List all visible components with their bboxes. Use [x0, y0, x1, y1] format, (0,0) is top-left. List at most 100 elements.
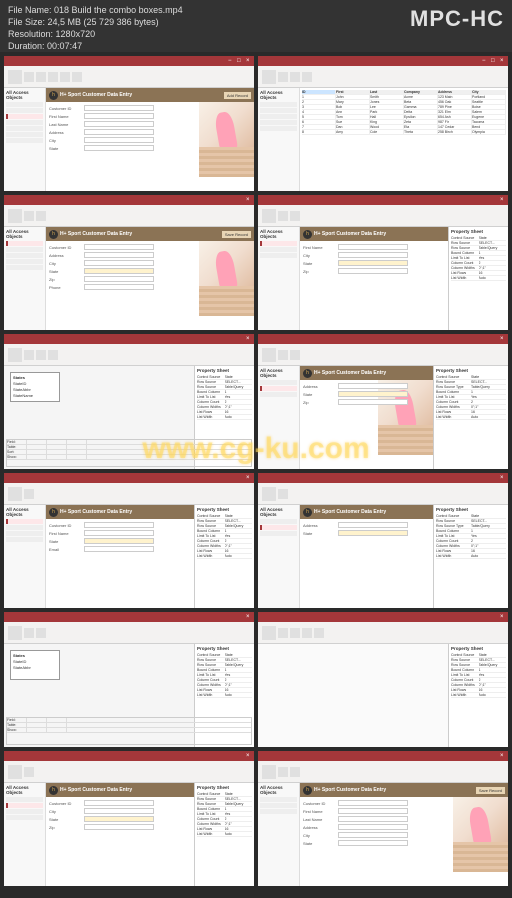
nav-item[interactable] [260, 803, 297, 808]
datasheet-cell[interactable]: Boise [472, 105, 506, 109]
prop-value[interactable]: SELECT... [479, 658, 507, 662]
datasheet-cell[interactable]: 5 [302, 115, 336, 119]
field-input[interactable] [84, 105, 154, 111]
prop-value[interactable]: State [479, 653, 507, 657]
nav-pane[interactable]: All Access Objects [258, 505, 300, 608]
prop-value[interactable]: 0";1" [479, 683, 507, 687]
nav-item[interactable] [6, 102, 43, 107]
datasheet-cell[interactable]: 6 [302, 120, 336, 124]
datasheet-cell[interactable]: Tacoma [472, 120, 506, 124]
datasheet-cell[interactable]: Cole [370, 130, 404, 134]
datasheet-cell[interactable]: King [370, 120, 404, 124]
qbe-cell[interactable] [27, 723, 47, 727]
qbe-cell[interactable] [27, 445, 47, 449]
datasheet-cell[interactable]: Seattle [472, 100, 506, 104]
thumbnail-7[interactable]: × All Access Objects hH+ Sport Customer … [4, 473, 254, 608]
prop-value[interactable]: 2 [225, 678, 253, 682]
ribbon-btn[interactable] [278, 628, 288, 638]
field-item[interactable]: StateAbbr [13, 387, 57, 392]
datasheet-cell[interactable]: 4 [302, 110, 336, 114]
nav-item[interactable] [6, 797, 43, 802]
field-item[interactable]: StateID [13, 659, 57, 664]
datasheet-cell[interactable]: Dan [336, 125, 370, 129]
qbe-cell[interactable] [27, 450, 47, 454]
ribbon-btn[interactable] [60, 72, 70, 82]
datasheet-cell[interactable]: Jones [370, 100, 404, 104]
field-input[interactable] [84, 808, 154, 814]
nav-item[interactable] [260, 809, 297, 814]
nav-item[interactable] [6, 265, 43, 270]
table-box[interactable]: States StateID StateAbbr [10, 650, 60, 680]
ribbon-btn[interactable] [290, 211, 300, 221]
ribbon-btn[interactable] [278, 350, 288, 360]
thumbnail-9[interactable]: × States StateID StateAbbr Property Shee… [4, 612, 254, 747]
qbe-cell[interactable] [47, 440, 67, 444]
datasheet-cell[interactable]: Wood [370, 125, 404, 129]
nav-item[interactable] [6, 138, 43, 143]
propsheet-row[interactable]: List WidthAuto [197, 693, 252, 698]
qbe-cell[interactable] [47, 728, 67, 732]
datasheet-row[interactable]: 8AmyColeTheta258 BirchOlympia [302, 130, 506, 135]
nav-item[interactable] [6, 247, 43, 252]
table-box[interactable]: States StateID StateAbbr StateName [10, 372, 60, 402]
nav-item[interactable] [6, 803, 43, 808]
thumbnail-1[interactable]: −□× All Access Objects h H+ Sport Custom… [4, 56, 254, 191]
nav-item[interactable] [6, 809, 43, 814]
ribbon-btn[interactable] [262, 209, 276, 223]
prop-value[interactable]: Auto [471, 554, 506, 558]
prop-value[interactable]: 1 [225, 668, 253, 672]
prop-value[interactable]: State [479, 236, 507, 240]
field-input[interactable] [84, 260, 154, 266]
save-record-button[interactable]: Save Record [222, 231, 251, 238]
datasheet-view[interactable]: IDFirstLastCompanyAddressCity 1JohnSmith… [300, 88, 508, 191]
nav-pane[interactable]: All Access Objects [4, 88, 46, 191]
datasheet-cell[interactable]: Delta [404, 110, 438, 114]
propsheet-row[interactable]: List WidthAuto [197, 415, 252, 420]
field-input[interactable] [338, 383, 408, 389]
prop-value[interactable]: Auto [225, 415, 253, 419]
prop-value[interactable]: Table/Query [479, 663, 507, 667]
datasheet-cell[interactable]: Olympia [472, 130, 506, 134]
ribbon-btn[interactable] [8, 765, 22, 779]
prop-value[interactable]: 2 [225, 400, 253, 404]
min-icon[interactable]: − [228, 58, 234, 64]
thumbnail-11[interactable]: × All Access Objects hH+ Sport Customer … [4, 751, 254, 886]
datasheet-cell[interactable]: 8 [302, 130, 336, 134]
qbe-cell[interactable] [27, 455, 47, 459]
ribbon-btn[interactable] [290, 72, 300, 82]
ribbon-btn[interactable] [278, 489, 288, 499]
ribbon-btn[interactable] [48, 72, 58, 82]
prop-value[interactable]: Yes [225, 395, 253, 399]
nav-item[interactable] [6, 259, 43, 264]
datasheet-cell[interactable]: Acme [404, 95, 438, 99]
close-icon[interactable]: × [246, 475, 252, 481]
datasheet-cell[interactable]: Bend [472, 125, 506, 129]
nav-item[interactable] [6, 519, 43, 524]
prop-value[interactable]: State [225, 653, 253, 657]
datasheet-cell[interactable]: 7 [302, 125, 336, 129]
ribbon-btn[interactable] [278, 211, 288, 221]
qbe-cell[interactable] [67, 455, 87, 459]
prop-value[interactable]: SELECT... [225, 658, 253, 662]
datasheet-cell[interactable]: 321 Elm [438, 110, 472, 114]
datasheet-cell[interactable]: 123 Main [438, 95, 472, 99]
nav-item[interactable] [6, 108, 43, 113]
ribbon-btn[interactable] [24, 350, 34, 360]
field-input[interactable] [84, 113, 154, 119]
datasheet-cell[interactable]: John [336, 95, 370, 99]
prop-value[interactable]: 1 [479, 668, 507, 672]
ribbon-btn[interactable] [24, 211, 34, 221]
ribbon-btn[interactable] [290, 628, 300, 638]
field-input[interactable] [338, 832, 408, 838]
datasheet-cell[interactable]: Tom [336, 115, 370, 119]
state-combo[interactable] [338, 391, 408, 397]
ribbon-btn[interactable] [290, 350, 300, 360]
ribbon-btn[interactable] [262, 348, 276, 362]
nav-pane[interactable]: All Access Objects [258, 366, 300, 469]
ribbon-btn[interactable] [72, 72, 82, 82]
datasheet-cell[interactable]: 1 [302, 95, 336, 99]
nav-item[interactable] [260, 120, 297, 125]
nav-item[interactable] [260, 253, 297, 258]
qbe-cell[interactable] [47, 445, 67, 449]
field-input[interactable] [84, 530, 154, 536]
